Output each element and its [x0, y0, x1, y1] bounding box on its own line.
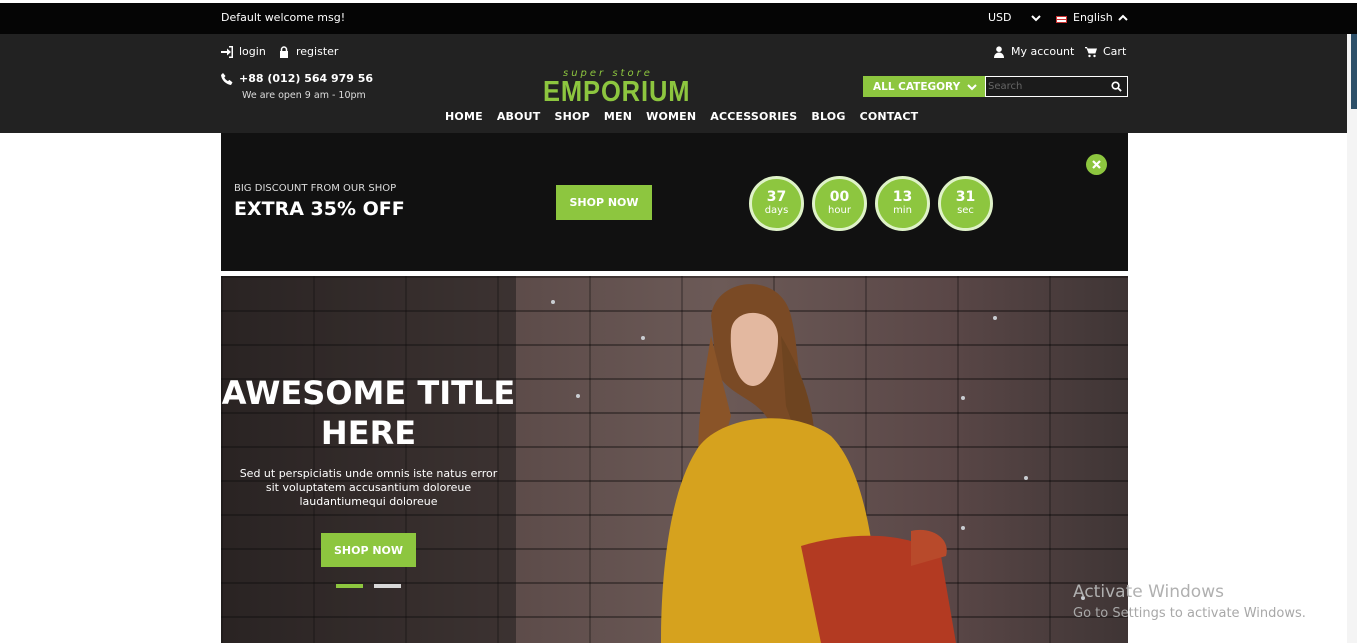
register-label: register [296, 45, 339, 58]
countdown-days-unit: days [764, 205, 789, 216]
my-account-link[interactable]: My account [993, 45, 1074, 58]
watermark-title: Activate Windows [1073, 582, 1224, 602]
close-icon [1092, 160, 1101, 169]
cart-link[interactable]: Cart [1085, 45, 1126, 58]
cart-icon [1085, 46, 1097, 57]
countdown-seconds-unit: sec [957, 205, 974, 216]
countdown-hours-unit: hour [828, 205, 851, 216]
main-navigation: HOME ABOUT SHOP MEN WOMEN ACCESSORIES BL… [445, 110, 932, 123]
sign-in-icon [221, 45, 233, 58]
hero-text-overlay [221, 276, 516, 643]
watermark-subtitle: Go to Settings to activate Windows. [1073, 606, 1306, 621]
hero-title-line-1: AWESOME TITLE [221, 374, 516, 412]
countdown-minutes: 13 min [875, 176, 930, 231]
register-link[interactable]: register [278, 45, 338, 58]
logo-name: EMPORIUM [543, 76, 691, 108]
nav-home[interactable]: HOME [445, 110, 483, 123]
hero-title: AWESOME TITLE HERE [221, 373, 516, 453]
nav-blog[interactable]: BLOG [811, 110, 845, 123]
welcome-message: Default welcome msg! [221, 11, 346, 24]
nav-women[interactable]: WOMEN [646, 110, 696, 123]
countdown-minutes-unit: min [893, 205, 912, 216]
nav-about[interactable]: ABOUT [497, 110, 541, 123]
chevron-up-icon[interactable] [1116, 11, 1130, 25]
lock-icon [280, 45, 288, 58]
login-label: login [239, 45, 266, 58]
nav-men[interactable]: MEN [604, 110, 632, 123]
phone-text: +88 (012) 564 979 56 [239, 72, 374, 85]
countdown-days-value: 37 [766, 189, 787, 205]
wall-rivet [993, 316, 997, 320]
language-selector[interactable]: English [1073, 11, 1113, 24]
all-category-dropdown[interactable]: ALL CATEGORY [863, 76, 985, 97]
chevron-down-icon[interactable] [1029, 11, 1043, 25]
cart-label: Cart [1103, 45, 1127, 58]
hero-description-line-2: sit voluptatem accusantium doloreue [265, 481, 472, 494]
slider-dot-active[interactable] [336, 584, 363, 588]
countdown-hours-value: 00 [829, 189, 850, 205]
login-link[interactable]: login [221, 45, 266, 58]
countdown-seconds: 31 sec [938, 176, 993, 231]
close-promo-button[interactable] [1086, 154, 1107, 175]
hero-description-line-1: Sed ut perspiciatis unde omnis iste natu… [239, 467, 498, 480]
countdown-hours: 00 hour [812, 176, 867, 231]
my-account-label: My account [1011, 45, 1075, 58]
windows-activation-watermark: Activate Windows Go to Settings to activ… [1073, 582, 1306, 621]
category-label: ALL CATEGORY [873, 80, 961, 93]
hero-description: Sed ut perspiciatis unde omnis iste natu… [236, 467, 501, 509]
phone-number[interactable]: +88 (012) 564 979 56 [221, 72, 373, 85]
uk-flag-icon [1056, 16, 1067, 23]
countdown-seconds-value: 31 [955, 189, 976, 205]
user-icon [994, 45, 1004, 58]
slider-dot[interactable] [374, 584, 401, 588]
edge-image [1351, 34, 1357, 109]
countdown-minutes-value: 13 [892, 189, 913, 205]
chevron-down-icon [967, 83, 977, 90]
opening-hours: We are open 9 am - 10pm [242, 90, 366, 101]
nav-accessories[interactable]: ACCESSORIES [710, 110, 797, 123]
hero-shop-now-button[interactable]: SHOP NOW [321, 533, 416, 567]
promo-subtitle: BIG DISCOUNT FROM OUR SHOP [234, 183, 397, 194]
page-scroll-strip [1347, 34, 1357, 643]
hero-slider: AWESOME TITLE HERE Sed ut perspiciatis u… [221, 276, 1128, 643]
phone-icon [221, 72, 233, 85]
hero-description-line-3: laudantiumequi doloreue [299, 495, 438, 508]
countdown-days: 37 days [749, 176, 804, 231]
search-input[interactable] [988, 79, 1106, 94]
search-icon[interactable] [1111, 81, 1122, 92]
hero-title-line-2: HERE [320, 414, 417, 452]
search-box [985, 76, 1128, 97]
model-photo [661, 284, 956, 643]
promo-shop-now-button[interactable]: SHOP NOW [556, 185, 652, 220]
wall-rivet [1024, 476, 1028, 480]
site-logo[interactable]: super store EMPORIUM [543, 68, 691, 108]
nav-shop[interactable]: SHOP [555, 110, 590, 123]
wall-rivet [551, 300, 555, 304]
promo-title: EXTRA 35% OFF [234, 198, 405, 220]
wall-rivet [576, 394, 580, 398]
promo-banner: BIG DISCOUNT FROM OUR SHOP EXTRA 35% OFF… [221, 133, 1128, 271]
currency-selector[interactable]: USD [988, 11, 1012, 24]
top-bar: Default welcome msg! USD English [0, 3, 1357, 34]
nav-contact[interactable]: CONTACT [860, 110, 919, 123]
